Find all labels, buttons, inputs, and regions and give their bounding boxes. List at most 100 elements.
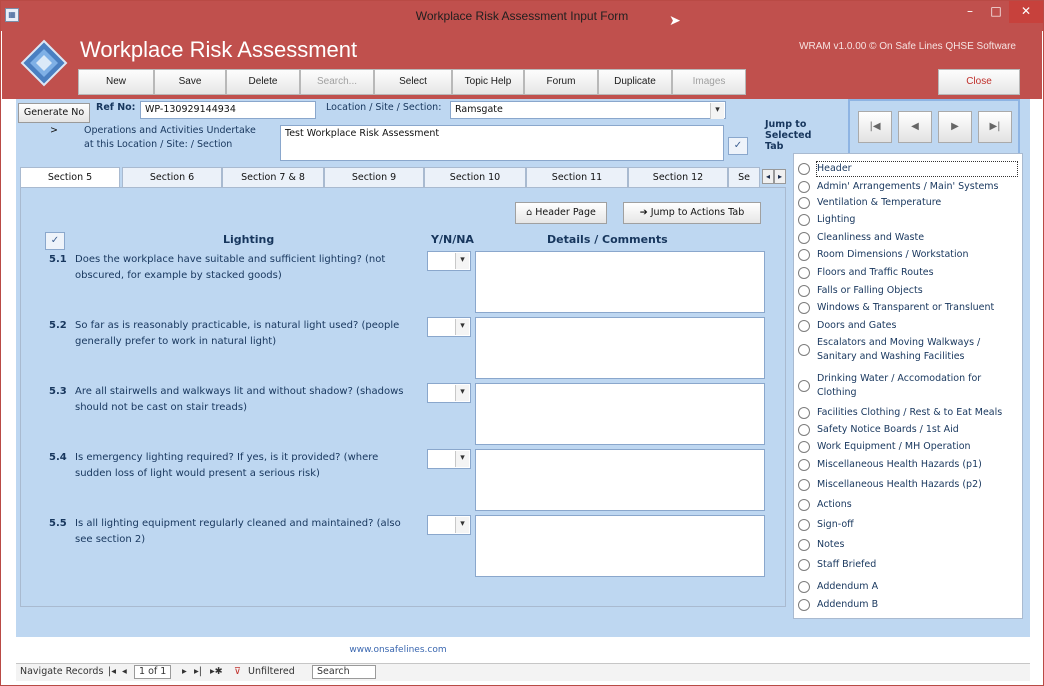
tab-section-9[interactable]: Section 9	[324, 167, 424, 187]
details-field[interactable]	[475, 515, 765, 577]
prev-record-nav-icon[interactable]: ◂	[122, 666, 127, 677]
radio-escalators[interactable]: Escalators and Moving Walkways / Sanitar…	[798, 336, 1020, 366]
location-select[interactable]: Ramsgate ▾	[450, 101, 726, 119]
images-button[interactable]: Images	[672, 69, 746, 95]
yn-select[interactable]: ▾	[427, 383, 471, 403]
tab-section-6[interactable]: Section 6	[122, 167, 222, 187]
next-record-icon[interactable]: ▶	[938, 111, 972, 143]
radio-label: Admin' Arrangements / Main' Systems	[817, 181, 999, 192]
yn-select[interactable]: ▾	[427, 449, 471, 469]
new-button[interactable]: New	[78, 69, 154, 95]
delete-button[interactable]: Delete	[226, 69, 300, 95]
details-field[interactable]	[475, 251, 765, 313]
chevron-down-icon[interactable]: ▾	[455, 517, 469, 533]
spellcheck-icon[interactable]: ✓	[728, 137, 748, 155]
last-record-icon[interactable]: ▶|	[978, 111, 1012, 143]
location-value: Ramsgate	[455, 104, 503, 115]
filter-status[interactable]: Unfiltered	[248, 666, 295, 677]
panel-spellcheck-icon[interactable]: ✓	[45, 232, 65, 250]
chevron-down-icon[interactable]: ▾	[455, 253, 469, 269]
details-field[interactable]	[475, 449, 765, 511]
radio-icon[interactable]	[798, 344, 810, 356]
radio-label: Miscellaneous Health Hazards (p2)	[817, 479, 982, 490]
close-form-button[interactable]: Close	[938, 69, 1020, 95]
details-field[interactable]	[475, 317, 765, 379]
filter-icon: ⊽	[234, 666, 241, 677]
radio-icon[interactable]	[798, 181, 810, 193]
jump-label-line3: Tab	[765, 141, 784, 152]
radio-icon[interactable]	[798, 285, 810, 297]
radio-icon[interactable]	[798, 320, 810, 332]
radio-icon[interactable]	[798, 499, 810, 511]
yn-select[interactable]: ▾	[427, 317, 471, 337]
radio-icon[interactable]	[798, 302, 810, 314]
generate-no-button[interactable]: Generate No >	[18, 103, 90, 136]
radio-icon[interactable]	[798, 479, 810, 491]
tab-section-10[interactable]: Section 10	[424, 167, 526, 187]
footer-link[interactable]: www.onsafelines.com	[16, 639, 780, 663]
search-button[interactable]: Search...	[300, 69, 374, 95]
radio-icon[interactable]	[798, 441, 810, 453]
question-text: So far as is reasonably practicable, is …	[75, 320, 400, 347]
forum-button[interactable]: Forum	[524, 69, 598, 95]
header-page-button[interactable]: ⌂ Header Page	[515, 202, 607, 224]
radio-icon[interactable]	[798, 407, 810, 419]
last-record-nav-icon[interactable]: ▸|	[194, 666, 202, 677]
radio-icon[interactable]	[798, 214, 810, 226]
radio-icon[interactable]	[798, 380, 810, 392]
yn-select[interactable]: ▾	[427, 515, 471, 535]
tab-section-11[interactable]: Section 11	[526, 167, 628, 187]
radio-icon[interactable]	[798, 519, 810, 531]
tab-section-more[interactable]: Se	[728, 167, 760, 187]
tab-section-5[interactable]: Section 5	[20, 167, 120, 188]
tab-scroll-right-icon[interactable]: ▸	[774, 169, 786, 184]
radio-label: Windows & Transparent or Transluent	[817, 302, 995, 313]
record-nav-frame: |◀ ◀ ▶ ▶|	[848, 99, 1020, 157]
radio-label: Actions	[817, 499, 852, 510]
radio-icon[interactable]	[798, 249, 810, 261]
radio-drinking-water[interactable]: Drinking Water / Accomodation for Clothi…	[798, 372, 1020, 402]
radio-icon[interactable]	[798, 424, 810, 436]
yn-select[interactable]: ▾	[427, 251, 471, 271]
ops-label-line1: Operations and Activities Undertake	[84, 125, 256, 136]
window-close-button[interactable]: ✕	[1009, 1, 1043, 23]
operations-field[interactable]: Test Workplace Risk Assessment	[280, 125, 724, 161]
radio-icon[interactable]	[798, 581, 810, 593]
chevron-down-icon[interactable]: ▾	[710, 103, 724, 119]
radio-icon[interactable]	[798, 459, 810, 471]
radio-label: Safety Notice Boards / 1st Aid	[817, 424, 959, 435]
radio-icon[interactable]	[798, 559, 810, 571]
minimize-button[interactable]: –	[959, 1, 981, 23]
chevron-down-icon[interactable]: ▾	[455, 385, 469, 401]
tab-section-7-8[interactable]: Section 7 & 8	[222, 167, 324, 187]
tab-scroll-left-icon[interactable]: ◂	[762, 169, 774, 184]
radio-icon[interactable]	[798, 197, 810, 209]
radio-icon[interactable]	[798, 232, 810, 244]
save-button[interactable]: Save	[154, 69, 226, 95]
question-number: 5.5	[49, 518, 67, 529]
radio-icon[interactable]	[798, 267, 810, 279]
question-number: 5.4	[49, 452, 67, 463]
topic-help-button[interactable]: Topic Help	[452, 69, 524, 95]
radio-icon[interactable]	[798, 163, 810, 175]
chevron-down-icon[interactable]: ▾	[455, 451, 469, 467]
search-records-input[interactable]: Search	[312, 665, 376, 679]
jump-to-actions-button[interactable]: ➔ Jump to Actions Tab	[623, 202, 761, 224]
next-record-nav-icon[interactable]: ▸	[182, 666, 187, 677]
ref-no-field[interactable]: WP-130929144934	[140, 101, 316, 119]
current-record-field[interactable]: 1 of 1	[134, 665, 172, 679]
first-record-icon[interactable]: |◀	[858, 111, 892, 143]
duplicate-button[interactable]: Duplicate	[598, 69, 672, 95]
tab-section-12[interactable]: Section 12	[628, 167, 728, 187]
chevron-down-icon[interactable]: ▾	[455, 319, 469, 335]
maximize-button[interactable]: □	[985, 1, 1007, 23]
radio-icon[interactable]	[798, 539, 810, 551]
new-record-nav-icon[interactable]: ▸✱	[210, 666, 223, 677]
details-field[interactable]	[475, 383, 765, 445]
first-record-nav-icon[interactable]: |◂	[108, 666, 116, 677]
radio-icon[interactable]	[798, 599, 810, 611]
select-button[interactable]: Select	[374, 69, 452, 95]
previous-record-icon[interactable]: ◀	[898, 111, 932, 143]
jump-to-section-list: Header Admin' Arrangements / Main' Syste…	[793, 153, 1023, 619]
ops-label-line2: at this Location / Site: / Section	[84, 139, 233, 150]
